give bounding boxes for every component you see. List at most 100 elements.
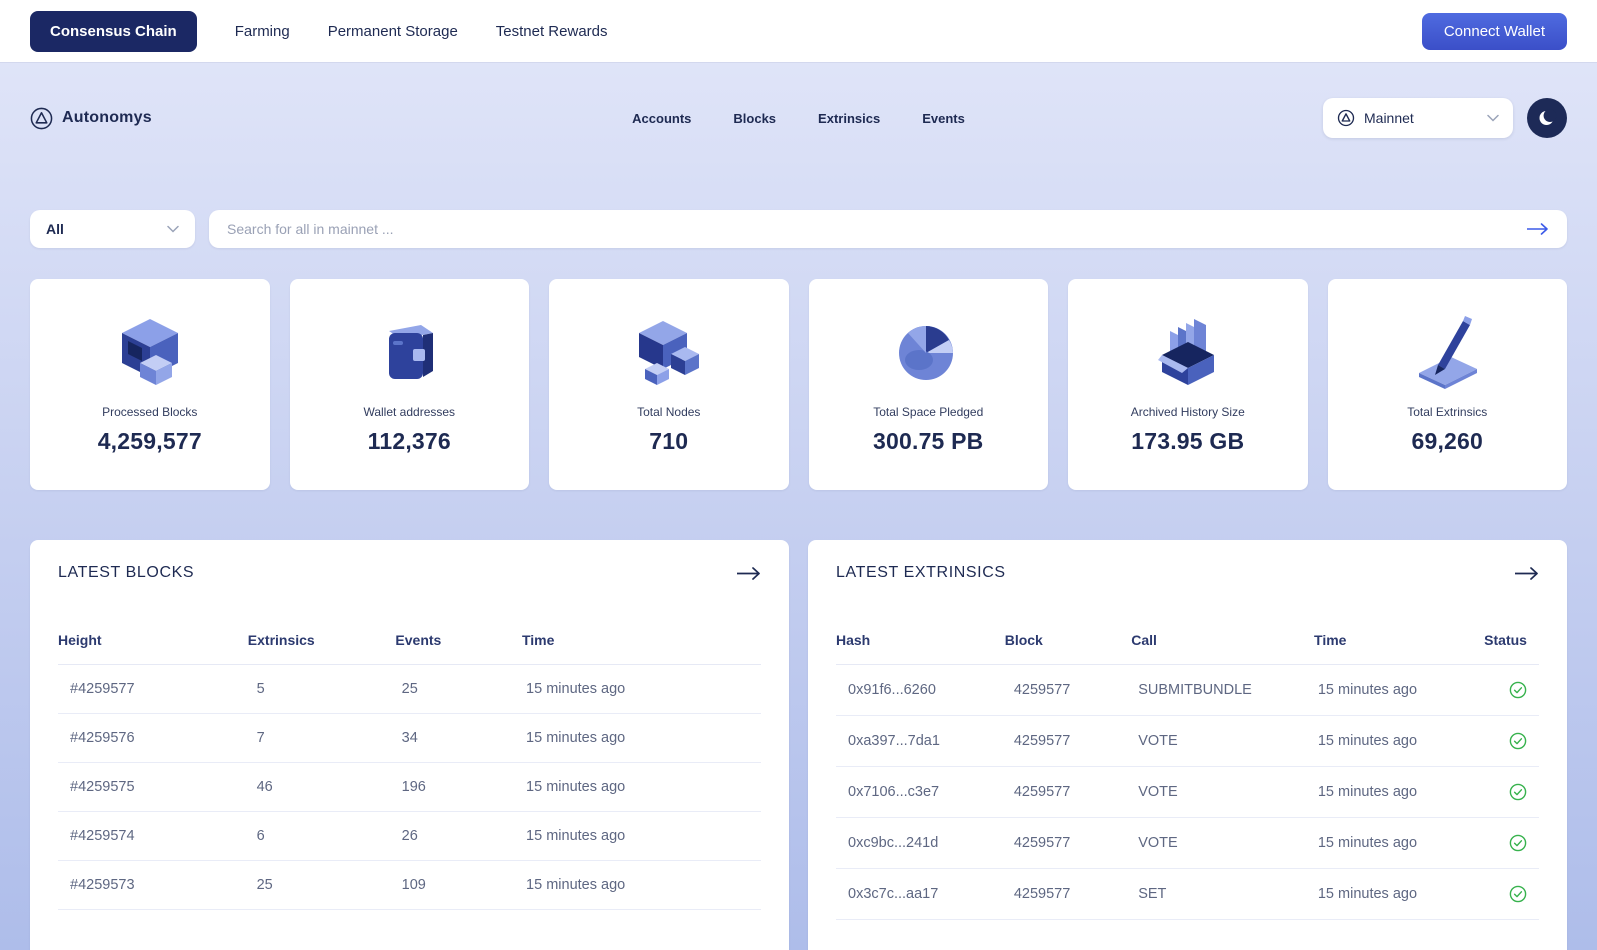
extrinsic-block-link[interactable]: 4259577: [1014, 835, 1138, 851]
nav-accounts[interactable]: Accounts: [632, 111, 691, 126]
autonomys-logo[interactable]: Autonomys: [30, 96, 152, 140]
latest-extrinsics-panel: LATEST EXTRINSICS Hash Block Call Time S…: [808, 540, 1567, 950]
block-height-link[interactable]: #4259575: [70, 779, 257, 795]
extrinsic-time: 15 minutes ago: [1318, 835, 1484, 851]
search-section: All: [30, 210, 1567, 248]
dark-mode-toggle[interactable]: [1527, 98, 1567, 138]
search-submit-arrow-icon[interactable]: [1527, 223, 1549, 235]
nav-extrinsics[interactable]: Extrinsics: [818, 111, 880, 126]
extrinsic-hash-link[interactable]: 0xc9bc...241d: [848, 835, 1014, 851]
top-navigation-bar: Consensus Chain Farming Permanent Storag…: [0, 0, 1597, 62]
extrinsic-row: 0xa397...7da1 4259577 VOTE 15 minutes ag…: [836, 716, 1539, 767]
block-height-link[interactable]: #4259573: [70, 877, 257, 893]
extrinsic-hash-link[interactable]: 0x91f6...6260: [848, 682, 1014, 698]
block-time: 15 minutes ago: [526, 828, 761, 844]
stat-label: Total Nodes: [637, 405, 700, 419]
stat-label: Processed Blocks: [102, 405, 197, 419]
extrinsic-row: 0x3c7c...aa17 4259577 SET 15 minutes ago: [836, 869, 1539, 920]
chevron-down-icon: [1487, 114, 1499, 122]
block-extrinsics-count: 6: [257, 828, 402, 844]
column-hash: Hash: [836, 632, 1005, 648]
archived-history-icon: [1141, 307, 1235, 395]
blocks-table-header: Height Extrinsics Events Time: [58, 632, 761, 665]
network-selector[interactable]: Mainnet: [1323, 98, 1513, 138]
tables-section: LATEST BLOCKS Height Extrinsics Events T…: [30, 540, 1567, 950]
block-row: #4259577 5 25 15 minutes ago: [58, 665, 761, 714]
block-height-link[interactable]: #4259574: [70, 828, 257, 844]
column-height: Height: [58, 632, 248, 648]
block-events-count: 109: [402, 877, 526, 893]
extrinsic-row: 0xc9bc...241d 4259577 VOTE 15 minutes ag…: [836, 818, 1539, 869]
success-status-icon: [1484, 885, 1539, 903]
brand-name: Autonomys: [62, 109, 152, 127]
search-filter-dropdown[interactable]: All: [30, 210, 195, 248]
column-call: Call: [1131, 632, 1314, 648]
stat-value: 69,260: [1411, 428, 1483, 455]
stat-value: 300.75 PB: [873, 428, 984, 455]
extrinsic-hash-link[interactable]: 0x3c7c...aa17: [848, 886, 1014, 902]
network-selected-value: Mainnet: [1364, 110, 1414, 126]
latest-extrinsics-view-all-arrow-icon[interactable]: [1515, 567, 1539, 580]
column-status: Status: [1483, 632, 1539, 648]
success-status-icon: [1484, 732, 1539, 750]
extrinsic-block-link[interactable]: 4259577: [1014, 886, 1138, 902]
block-events-count: 34: [402, 730, 526, 746]
extrinsic-call: VOTE: [1138, 733, 1318, 749]
block-events-count: 26: [402, 828, 526, 844]
stat-value: 173.95 GB: [1131, 428, 1244, 455]
extrinsic-row: 0x7106...c3e7 4259577 VOTE 15 minutes ag…: [836, 767, 1539, 818]
latest-blocks-title: LATEST BLOCKS: [58, 564, 194, 582]
success-status-icon: [1484, 834, 1539, 852]
farming-tab[interactable]: Farming: [235, 23, 290, 40]
nav-blocks[interactable]: Blocks: [733, 111, 776, 126]
stat-card-total-nodes: Total Nodes 710: [549, 279, 789, 490]
search-filter-value: All: [46, 221, 64, 237]
extrinsic-row: 0x91f6...6260 4259577 SUBMITBUNDLE 15 mi…: [836, 665, 1539, 716]
extrinsic-call: SET: [1138, 886, 1318, 902]
extrinsic-time: 15 minutes ago: [1318, 784, 1484, 800]
block-time: 15 minutes ago: [526, 877, 761, 893]
block-row: #4259574 6 26 15 minutes ago: [58, 812, 761, 861]
block-row: #4259575 46 196 15 minutes ago: [58, 763, 761, 812]
header-controls: Mainnet: [1323, 96, 1567, 140]
permanent-storage-tab[interactable]: Permanent Storage: [328, 23, 458, 40]
explorer-nav: Accounts Blocks Extrinsics Events: [632, 96, 965, 140]
explorer-header: Autonomys Accounts Blocks Extrinsics Eve…: [30, 62, 1567, 140]
success-status-icon: [1484, 783, 1539, 801]
block-time: 15 minutes ago: [526, 730, 761, 746]
moon-icon: [1537, 108, 1557, 128]
extrinsic-call: VOTE: [1138, 835, 1318, 851]
total-nodes-icon: [622, 307, 716, 395]
block-events-count: 196: [402, 779, 526, 795]
stat-card-archived-history: Archived History Size 173.95 GB: [1068, 279, 1308, 490]
main-content: Autonomys Accounts Blocks Extrinsics Eve…: [0, 62, 1597, 950]
testnet-rewards-tab[interactable]: Testnet Rewards: [496, 23, 608, 40]
extrinsic-hash-link[interactable]: 0x7106...c3e7: [848, 784, 1014, 800]
block-events-count: 25: [402, 681, 526, 697]
extrinsic-block-link[interactable]: 4259577: [1014, 733, 1138, 749]
search-input[interactable]: [227, 221, 1517, 237]
processed-blocks-icon: [103, 307, 197, 395]
nav-events[interactable]: Events: [922, 111, 965, 126]
latest-blocks-table: Height Extrinsics Events Time #4259577 5…: [58, 632, 761, 910]
latest-blocks-view-all-arrow-icon[interactable]: [737, 567, 761, 580]
block-extrinsics-count: 46: [257, 779, 402, 795]
stat-card-space-pledged: Total Space Pledged 300.75 PB: [809, 279, 1049, 490]
latest-blocks-panel: LATEST BLOCKS Height Extrinsics Events T…: [30, 540, 789, 950]
extrinsic-block-link[interactable]: 4259577: [1014, 784, 1138, 800]
block-height-link[interactable]: #4259576: [70, 730, 257, 746]
stat-label: Archived History Size: [1131, 405, 1245, 419]
block-row: #4259576 7 34 15 minutes ago: [58, 714, 761, 763]
search-bar: [209, 210, 1567, 248]
block-extrinsics-count: 5: [257, 681, 402, 697]
consensus-chain-tab[interactable]: Consensus Chain: [30, 11, 197, 52]
connect-wallet-button[interactable]: Connect Wallet: [1422, 13, 1567, 50]
extrinsic-block-link[interactable]: 4259577: [1014, 682, 1138, 698]
extrinsic-hash-link[interactable]: 0xa397...7da1: [848, 733, 1014, 749]
chevron-down-icon: [167, 225, 179, 233]
block-time: 15 minutes ago: [526, 779, 761, 795]
block-extrinsics-count: 7: [257, 730, 402, 746]
extrinsic-time: 15 minutes ago: [1318, 886, 1484, 902]
block-height-link[interactable]: #4259577: [70, 681, 257, 697]
latest-extrinsics-table: Hash Block Call Time Status 0x91f6...626…: [836, 632, 1539, 920]
